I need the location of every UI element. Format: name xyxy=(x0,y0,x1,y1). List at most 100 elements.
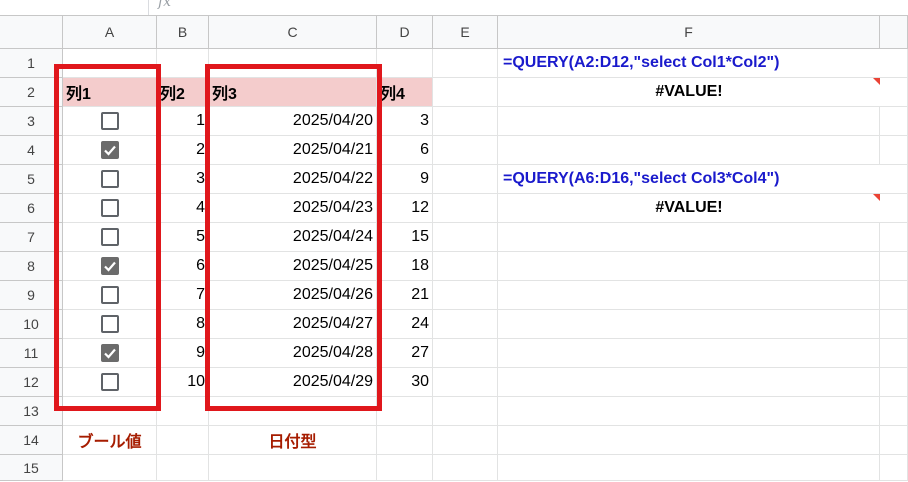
row-header-4[interactable]: 4 xyxy=(0,136,63,165)
col4-value[interactable]: 6 xyxy=(377,136,433,165)
checkbox-unchecked[interactable] xyxy=(100,170,119,188)
cell[interactable] xyxy=(433,455,498,481)
name-box[interactable] xyxy=(0,0,148,15)
checkbox-cell[interactable] xyxy=(63,281,157,310)
row-header-11[interactable]: 11 xyxy=(0,339,63,368)
query-formula-text[interactable]: =QUERY(A2:D12,"select Col1*Col2") xyxy=(498,49,880,78)
col4-value[interactable]: 18 xyxy=(377,252,433,281)
cell[interactable] xyxy=(433,339,498,368)
cell[interactable] xyxy=(209,455,377,481)
cell[interactable] xyxy=(880,78,908,107)
query-error-result[interactable]: #VALUE! xyxy=(498,78,880,107)
cell[interactable] xyxy=(880,368,908,397)
table-header-cell[interactable]: 列3 xyxy=(209,78,377,107)
column-header-g[interactable] xyxy=(880,16,908,49)
cell[interactable] xyxy=(498,455,880,481)
col4-value[interactable]: 24 xyxy=(377,310,433,339)
col4-value[interactable]: 21 xyxy=(377,281,433,310)
cell[interactable] xyxy=(880,426,908,455)
row-header-9[interactable]: 9 xyxy=(0,281,63,310)
column-header-b[interactable]: B xyxy=(157,16,209,49)
col4-value[interactable]: 30 xyxy=(377,368,433,397)
row-header-5[interactable]: 5 xyxy=(0,165,63,194)
cell[interactable] xyxy=(63,455,157,481)
cell[interactable] xyxy=(498,397,880,426)
col2-value[interactable]: 5 xyxy=(157,223,209,252)
checkbox-cell[interactable] xyxy=(63,339,157,368)
error-flag-icon[interactable] xyxy=(873,78,880,85)
cell[interactable] xyxy=(157,49,209,78)
column-header-a[interactable]: A xyxy=(63,16,157,49)
cell[interactable] xyxy=(157,455,209,481)
table-header-cell[interactable]: 列4 xyxy=(377,78,433,107)
cell[interactable] xyxy=(377,397,433,426)
cell[interactable] xyxy=(880,281,908,310)
boolean-type-label[interactable]: ブール値 xyxy=(63,426,157,455)
row-header-8[interactable]: 8 xyxy=(0,252,63,281)
cell[interactable] xyxy=(880,252,908,281)
table-header-cell[interactable]: 列2 xyxy=(157,78,209,107)
col2-value[interactable]: 3 xyxy=(157,165,209,194)
col2-value[interactable]: 7 xyxy=(157,281,209,310)
cell[interactable] xyxy=(880,49,908,78)
date-value[interactable]: 2025/04/22 xyxy=(209,165,377,194)
checkbox-unchecked[interactable] xyxy=(100,228,119,246)
row-header-10[interactable]: 10 xyxy=(0,310,63,339)
select-all-corner[interactable] xyxy=(0,16,63,49)
cell[interactable] xyxy=(377,426,433,455)
checkbox-unchecked[interactable] xyxy=(100,199,119,217)
cell[interactable] xyxy=(433,223,498,252)
date-value[interactable]: 2025/04/26 xyxy=(209,281,377,310)
checkbox-unchecked[interactable] xyxy=(100,373,119,391)
cell[interactable] xyxy=(433,281,498,310)
checkbox-cell[interactable] xyxy=(63,223,157,252)
date-value[interactable]: 2025/04/21 xyxy=(209,136,377,165)
row-header-7[interactable]: 7 xyxy=(0,223,63,252)
checkbox-cell[interactable] xyxy=(63,136,157,165)
cell[interactable] xyxy=(498,310,880,339)
cell[interactable] xyxy=(157,397,209,426)
cell[interactable] xyxy=(63,49,157,78)
row-header-1[interactable]: 1 xyxy=(0,49,63,78)
cell[interactable] xyxy=(433,49,498,78)
cell[interactable] xyxy=(880,310,908,339)
cell[interactable] xyxy=(880,194,908,223)
cell[interactable] xyxy=(880,455,908,481)
checkbox-cell[interactable] xyxy=(63,252,157,281)
col2-value[interactable]: 6 xyxy=(157,252,209,281)
checkbox-cell[interactable] xyxy=(63,368,157,397)
cell[interactable] xyxy=(433,368,498,397)
col4-value[interactable]: 3 xyxy=(377,107,433,136)
column-header-c[interactable]: C xyxy=(209,16,377,49)
cell[interactable] xyxy=(433,426,498,455)
cell[interactable] xyxy=(498,368,880,397)
checkbox-checked[interactable] xyxy=(100,141,119,159)
row-header-3[interactable]: 3 xyxy=(0,107,63,136)
col2-value[interactable]: 2 xyxy=(157,136,209,165)
date-value[interactable]: 2025/04/29 xyxy=(209,368,377,397)
cell[interactable] xyxy=(433,107,498,136)
row-header-2[interactable]: 2 xyxy=(0,78,63,107)
checkbox-checked[interactable] xyxy=(100,257,119,275)
query-formula-text[interactable]: =QUERY(A6:D16,"select Col3*Col4") xyxy=(498,165,880,194)
col4-value[interactable]: 12 xyxy=(377,194,433,223)
cell[interactable] xyxy=(63,397,157,426)
checkbox-unchecked[interactable] xyxy=(100,286,119,304)
col4-value[interactable]: 27 xyxy=(377,339,433,368)
query-error-result[interactable]: #VALUE! xyxy=(498,194,880,223)
date-type-label[interactable]: 日付型 xyxy=(209,426,377,455)
cell[interactable] xyxy=(433,78,498,107)
row-header-12[interactable]: 12 xyxy=(0,368,63,397)
col2-value[interactable]: 1 xyxy=(157,107,209,136)
checkbox-cell[interactable] xyxy=(63,165,157,194)
cell[interactable] xyxy=(498,281,880,310)
col2-value[interactable]: 8 xyxy=(157,310,209,339)
cell[interactable] xyxy=(498,223,880,252)
cell[interactable] xyxy=(498,426,880,455)
column-header-f[interactable]: F xyxy=(498,16,880,49)
row-header-13[interactable]: 13 xyxy=(0,397,63,426)
date-value[interactable]: 2025/04/23 xyxy=(209,194,377,223)
date-value[interactable]: 2025/04/27 xyxy=(209,310,377,339)
date-value[interactable]: 2025/04/28 xyxy=(209,339,377,368)
cell[interactable] xyxy=(433,165,498,194)
